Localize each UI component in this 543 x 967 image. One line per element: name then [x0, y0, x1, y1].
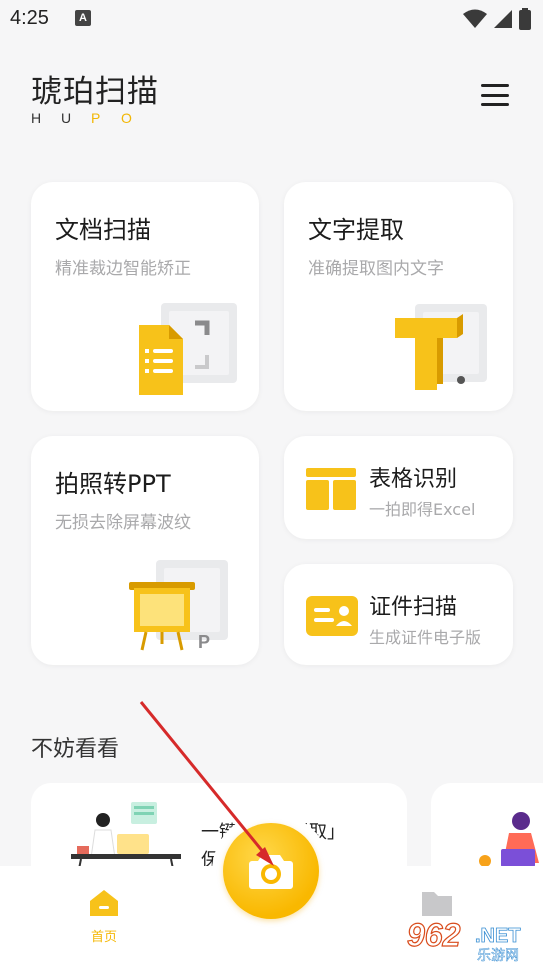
camera-capture-button[interactable]	[223, 823, 319, 919]
card-title: 拍照转PPT	[55, 470, 171, 498]
status-time: 4:25	[10, 7, 49, 29]
card-title: 文档扫描	[55, 216, 151, 244]
table-icon	[306, 468, 356, 510]
battery-icon	[519, 8, 531, 30]
card-photo-to-ppt[interactable]: 拍照转PPT 无损去除屏幕波纹 P	[31, 436, 259, 665]
card-desc: 生成证件电子版	[369, 628, 482, 647]
nav-home-tab[interactable]: 首页	[79, 888, 129, 945]
home-icon	[90, 890, 118, 916]
subtitle-letter: H	[31, 110, 42, 126]
status-indicators	[463, 8, 531, 30]
watermark-logo: 962 .NET 乐游网	[406, 916, 521, 964]
svg-text:P: P	[198, 632, 210, 652]
wifi-icon	[463, 9, 487, 28]
cellular-signal-icon	[494, 10, 512, 28]
subtitle-letter: O	[121, 110, 132, 126]
card-id-scan[interactable]: 证件扫描 生成证件电子版	[284, 564, 513, 665]
text-extract-illustration-icon	[395, 304, 487, 390]
card-document-scan[interactable]: 文档扫描 精准裁边智能矫正	[31, 182, 259, 411]
card-title: 文字提取	[308, 216, 404, 244]
section-title: 不妨看看	[31, 737, 120, 762]
app-subtitle: H U P O	[31, 110, 151, 126]
svg-text:乐游网: 乐游网	[477, 948, 519, 964]
card-desc: 准确提取图内文字	[308, 259, 444, 279]
nav-home-label: 首页	[90, 930, 117, 945]
card-desc: 无损去除屏幕波纹	[55, 513, 191, 533]
hamburger-menu-icon[interactable]	[478, 80, 512, 110]
card-text-extract[interactable]: 文字提取 准确提取图内文字	[284, 182, 513, 411]
svg-text:.NET: .NET	[475, 925, 521, 947]
notification-a-icon: A	[75, 10, 91, 26]
card-table-recognize[interactable]: 表格识别 一拍即得Excel	[284, 436, 513, 539]
card-title: 证件扫描	[369, 595, 458, 620]
card-title: 表格识别	[369, 467, 458, 492]
status-bar: 4:25 A	[0, 0, 543, 36]
ppt-illustration-icon: P	[129, 560, 228, 652]
subtitle-letter: P	[91, 110, 101, 126]
camera-icon	[249, 855, 293, 889]
id-card-icon	[306, 596, 358, 636]
document-scan-illustration-icon	[139, 303, 237, 395]
app-title: 琥珀扫描	[31, 74, 159, 110]
subtitle-letter: U	[61, 110, 72, 126]
card-desc: 一拍即得Excel	[369, 500, 476, 519]
svg-text:962: 962	[407, 917, 461, 953]
card-desc: 精准裁边智能矫正	[55, 259, 191, 279]
